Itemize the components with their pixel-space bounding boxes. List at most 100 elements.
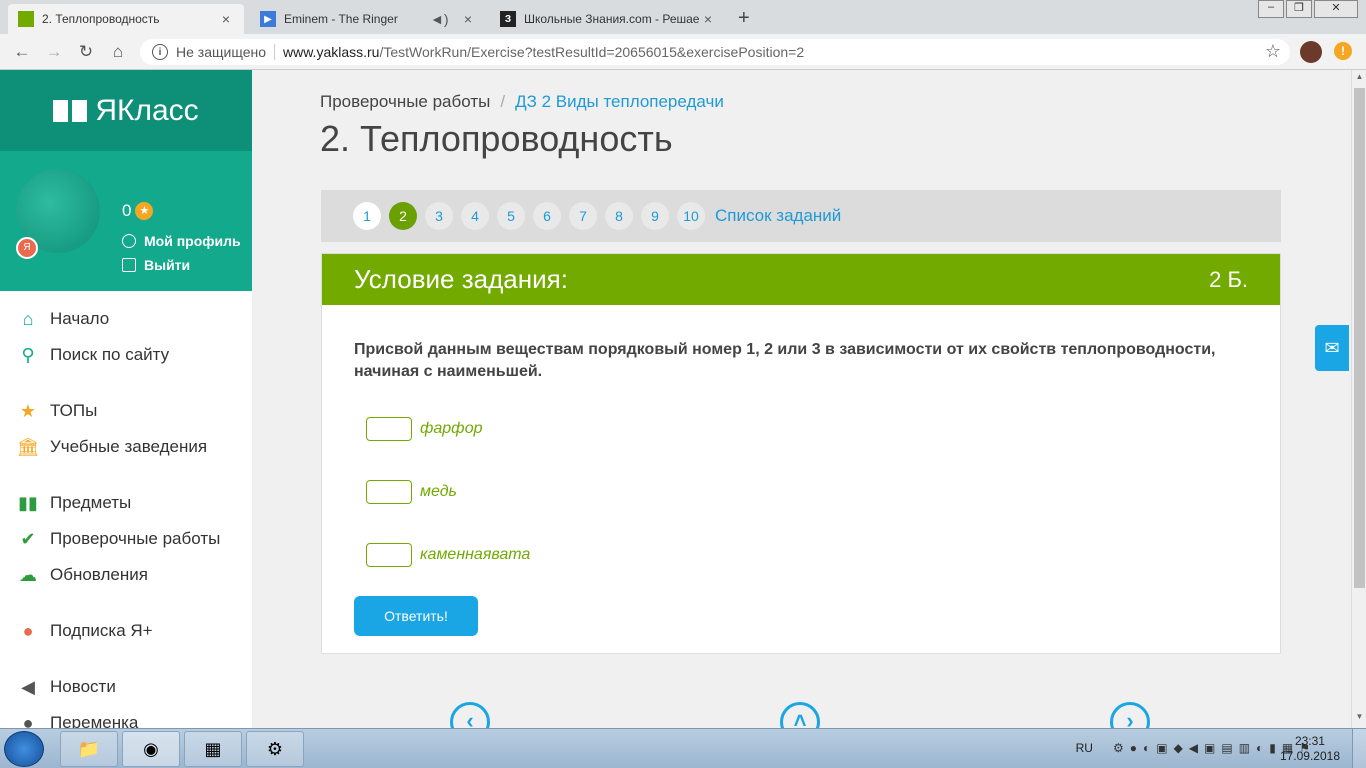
speaker-icon[interactable]: ◄): [430, 11, 449, 27]
sidebar-item-subjects[interactable]: ▮▮ Предметы: [0, 485, 252, 521]
sidebar-item-schools[interactable]: 🏛 Учебные заведения: [0, 429, 252, 465]
star-coin-icon: ★: [135, 202, 154, 220]
page-scrollbar[interactable]: ▲ ▼: [1351, 70, 1366, 728]
url-path: /TestWorkRun/Exercise?testResultId=20656…: [379, 44, 805, 60]
sidebar-item-label: Обновления: [50, 565, 148, 584]
pager-item-2[interactable]: 2: [389, 202, 417, 230]
pager-item-1[interactable]: 1: [353, 202, 381, 230]
close-icon[interactable]: ×: [460, 11, 476, 27]
tab-eminem[interactable]: ▶ Eminem - The Ringer ◄) ×: [250, 4, 486, 34]
explorer-icon[interactable]: 📁: [60, 731, 118, 767]
forward-icon[interactable]: →: [44, 42, 64, 62]
sidebar-item-news[interactable]: ◀ Новости: [0, 669, 252, 705]
sidebar-item-tops[interactable]: ★ ТОПы: [0, 393, 252, 429]
clock[interactable]: 23:31 17.09.2018: [1280, 734, 1340, 764]
book-icon: ▮▮: [18, 492, 38, 513]
security-label: Не защищено: [176, 44, 275, 60]
subscription-badge-icon: Я: [16, 237, 38, 259]
minimize-icon[interactable]: –: [1258, 0, 1284, 18]
back-icon[interactable]: ←: [12, 42, 32, 62]
brand-name: ЯКласс: [95, 93, 199, 127]
sidebar-item-label: Подписка Я+: [50, 621, 153, 640]
task-points: 2 Б.: [1209, 266, 1248, 292]
main-content: Проверочные работы / ДЗ 2 Виды теплопереда…: [252, 70, 1351, 728]
sidebar-item-search[interactable]: ⚲ Поиск по сайту: [0, 337, 252, 373]
sidebar-item-label: Проверочные работы: [50, 529, 221, 548]
chrome-icon[interactable]: ◉: [122, 731, 180, 767]
task-manager-icon[interactable]: ▦: [184, 731, 242, 767]
user-icon: [122, 234, 136, 248]
pager-item-4[interactable]: 4: [461, 202, 489, 230]
door-icon: [122, 258, 136, 272]
answer-input-stone-wool[interactable]: [366, 542, 412, 567]
my-profile-link[interactable]: Мой профиль: [122, 233, 241, 249]
warning-icon[interactable]: !: [1334, 42, 1352, 60]
clock-time: 23:31: [1294, 734, 1325, 748]
pager-item-3[interactable]: 3: [425, 202, 453, 230]
browser-profile-avatar[interactable]: [1300, 41, 1322, 63]
znanija-favicon-icon: З: [500, 11, 516, 27]
sidebar-item-break[interactable]: ● Переменка: [0, 705, 252, 729]
prev-task-icon[interactable]: ‹: [450, 702, 490, 728]
home-browser-icon[interactable]: ⌂: [108, 42, 128, 62]
tab-title: Школьные Знания.com - Решае: [524, 12, 700, 26]
start-button[interactable]: [4, 731, 44, 767]
logout-label: Выйти: [144, 257, 191, 273]
points-counter: 0 ★: [122, 201, 154, 221]
sidebar-item-home[interactable]: ⌂ Начало: [0, 301, 252, 337]
pager-item-9[interactable]: 9: [641, 202, 669, 230]
tab-znanija[interactable]: З Школьные Знания.com - Решае ×: [490, 4, 726, 34]
sidebar-item-subscription[interactable]: ● Подписка Я+: [0, 613, 252, 649]
sidebar-item-updates[interactable]: ☁ Обновления: [0, 557, 252, 593]
task-card: Условие задания: 2 Б. Присвой данным вещ…: [321, 253, 1281, 654]
breadcrumb: Проверочные работы / ДЗ 2 Виды теплопереда…: [320, 92, 724, 112]
task-list-link[interactable]: Список заданий: [715, 206, 841, 226]
pager-item-10[interactable]: 10: [677, 202, 705, 230]
close-icon[interactable]: ×: [218, 11, 234, 27]
next-task-icon[interactable]: ›: [1110, 702, 1150, 728]
subscription-icon: ●: [22, 620, 34, 641]
scroll-up-icon[interactable]: ˄: [780, 702, 820, 728]
scroll-down-arrow-icon[interactable]: ▼: [1352, 712, 1366, 726]
answer-input-porcelain[interactable]: [366, 416, 412, 441]
points-value: 0: [122, 201, 132, 220]
url-text: www.yaklass.ru/TestWorkRun/Exercise?test…: [275, 44, 804, 60]
pager-item-7[interactable]: 7: [569, 202, 597, 230]
language-indicator[interactable]: RU: [1076, 741, 1093, 755]
tab-teploprovodnost[interactable]: 2. Теплопроводность ×: [8, 4, 244, 34]
window-close-icon[interactable]: ✕: [1314, 0, 1358, 18]
pager-item-5[interactable]: 5: [497, 202, 525, 230]
reload-icon[interactable]: ↻: [76, 42, 96, 62]
sidebar-item-label: Предметы: [50, 493, 132, 512]
answer-row: каменнаявата: [366, 523, 1248, 586]
info-icon[interactable]: i: [152, 44, 168, 60]
close-icon[interactable]: ×: [700, 11, 716, 27]
feedback-mail-icon[interactable]: ✉: [1315, 325, 1349, 371]
brand-logo[interactable]: ЯКласс: [0, 70, 252, 151]
tab-title: Eminem - The Ringer: [284, 12, 398, 26]
scroll-up-arrow-icon[interactable]: ▲: [1352, 72, 1366, 86]
submit-answer-button[interactable]: Ответить!: [354, 596, 478, 636]
scrollbar-thumb[interactable]: [1354, 88, 1365, 588]
window-controls: – ❐ ✕: [1256, 0, 1358, 18]
sidebar-item-tests[interactable]: ✔ Проверочные работы: [0, 521, 252, 557]
pager-item-6[interactable]: 6: [533, 202, 561, 230]
check-circle-icon: ✔: [20, 528, 36, 549]
steam-icon[interactable]: ⚙: [246, 731, 304, 767]
sidebar-item-label: Начало: [50, 309, 110, 328]
url-host: www.yaklass.ru: [283, 44, 380, 60]
bookmark-star-icon[interactable]: ☆: [1265, 41, 1281, 62]
url-field[interactable]: i Не защищено www.yaklass.ru/TestWorkRun…: [140, 39, 1290, 65]
show-desktop-button[interactable]: [1352, 729, 1366, 768]
breadcrumb-root[interactable]: Проверочные работы: [320, 92, 490, 111]
logout-link[interactable]: Выйти: [122, 257, 190, 273]
task-text: Присвой данным веществам порядковый номе…: [354, 341, 1216, 380]
breadcrumb-current[interactable]: ДЗ 2 Виды теплопередачи: [515, 92, 724, 111]
answer-input-copper[interactable]: [366, 479, 412, 504]
cloud-upload-icon: ☁: [19, 564, 37, 585]
restore-icon[interactable]: ❐: [1286, 0, 1312, 18]
new-tab-icon[interactable]: +: [738, 7, 750, 30]
address-bar: ← → ↻ ⌂ i Не защищено www.yaklass.ru/Tes…: [0, 34, 1366, 70]
sidebar-menu: ⌂ Начало ⚲ Поиск по сайту ★ ТОПы 🏛 Учебн…: [0, 291, 252, 729]
pager-item-8[interactable]: 8: [605, 202, 633, 230]
